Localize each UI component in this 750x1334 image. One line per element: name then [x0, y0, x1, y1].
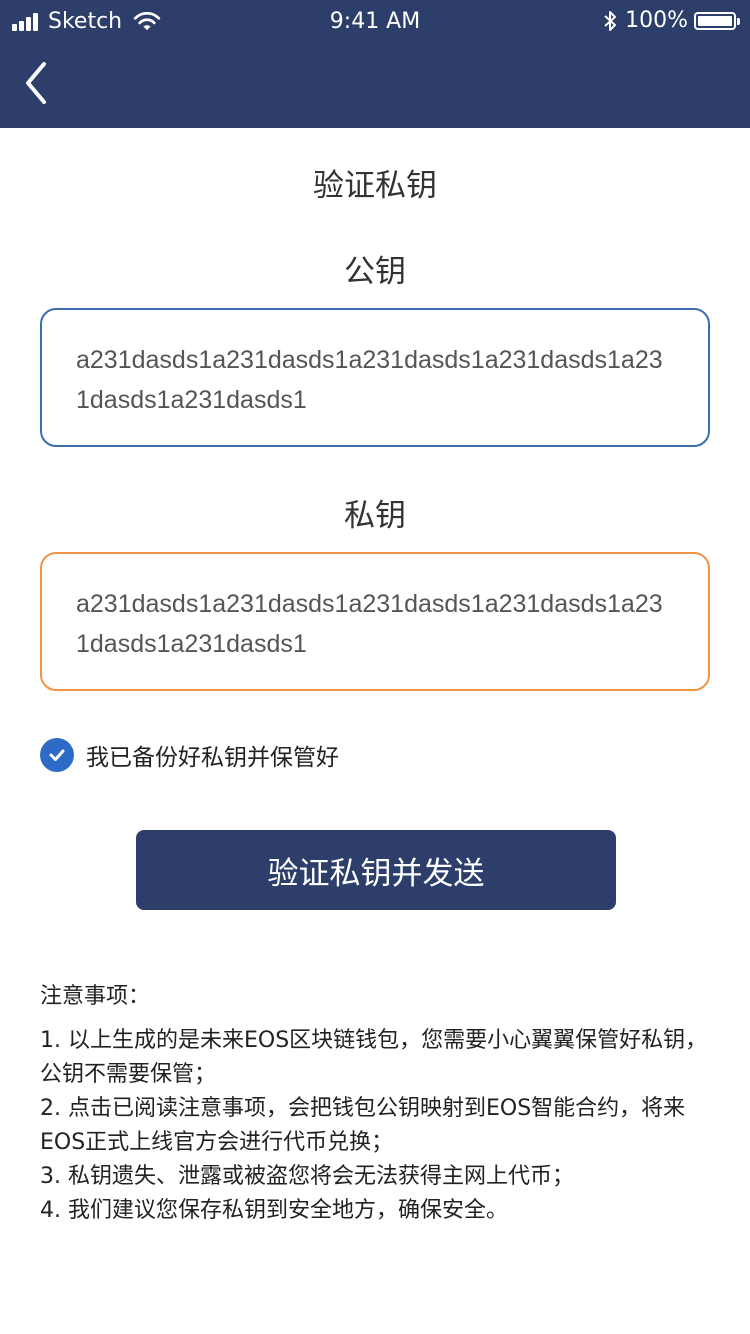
- header-bar: Sketch 9:41 AM 100%: [0, 0, 750, 128]
- notes-item: 3. 私钥遗失、泄露或被盗您将会无法获得主网上代币；: [40, 1164, 574, 1189]
- battery-fill: [698, 15, 732, 26]
- status-bar: Sketch 9:41 AM 100%: [0, 0, 750, 44]
- public-key-label: 公钥: [344, 254, 406, 290]
- confirm-backup-checkbox[interactable]: [40, 738, 74, 772]
- notes-section: 注意事项： 1. 以上生成的是未来EOS区块链钱包，您需要小心翼翼保管好私钥，公…: [40, 980, 710, 1228]
- battery-percentage: 100%: [625, 8, 688, 33]
- public-key-field[interactable]: a231dasds1a231dasds1a231dasds1a231dasds1…: [40, 308, 710, 447]
- status-right: 100%: [603, 8, 740, 33]
- verify-and-send-button[interactable]: 验证私钥并发送: [136, 830, 616, 910]
- private-key-label: 私钥: [344, 498, 406, 534]
- notes-item: 4. 我们建议您保存私钥到安全地方，确保安全。: [40, 1198, 508, 1223]
- private-key-field[interactable]: a231dasds1a231dasds1a231dasds1a231dasds1…: [40, 552, 710, 691]
- notes-title: 注意事项：: [40, 984, 151, 1009]
- checkmark-icon: [49, 749, 65, 761]
- back-button[interactable]: [18, 58, 58, 108]
- confirm-backup-row[interactable]: 我已备份好私钥并保管好: [40, 738, 339, 772]
- battery-icon: [694, 11, 740, 30]
- notes-item: 2. 点击已阅读注意事项，会把钱包公钥映射到EOS智能合约，将来EOS正式上线官…: [40, 1096, 686, 1155]
- chevron-left-icon: [26, 62, 46, 104]
- page-title: 验证私钥: [313, 168, 437, 204]
- confirm-backup-label: 我已备份好私钥并保管好: [86, 745, 339, 771]
- notes-item: 1. 以上生成的是未来EOS区块链钱包，您需要小心翼翼保管好私钥，公钥不需要保管…: [40, 1028, 708, 1087]
- bluetooth-icon: [604, 10, 617, 31]
